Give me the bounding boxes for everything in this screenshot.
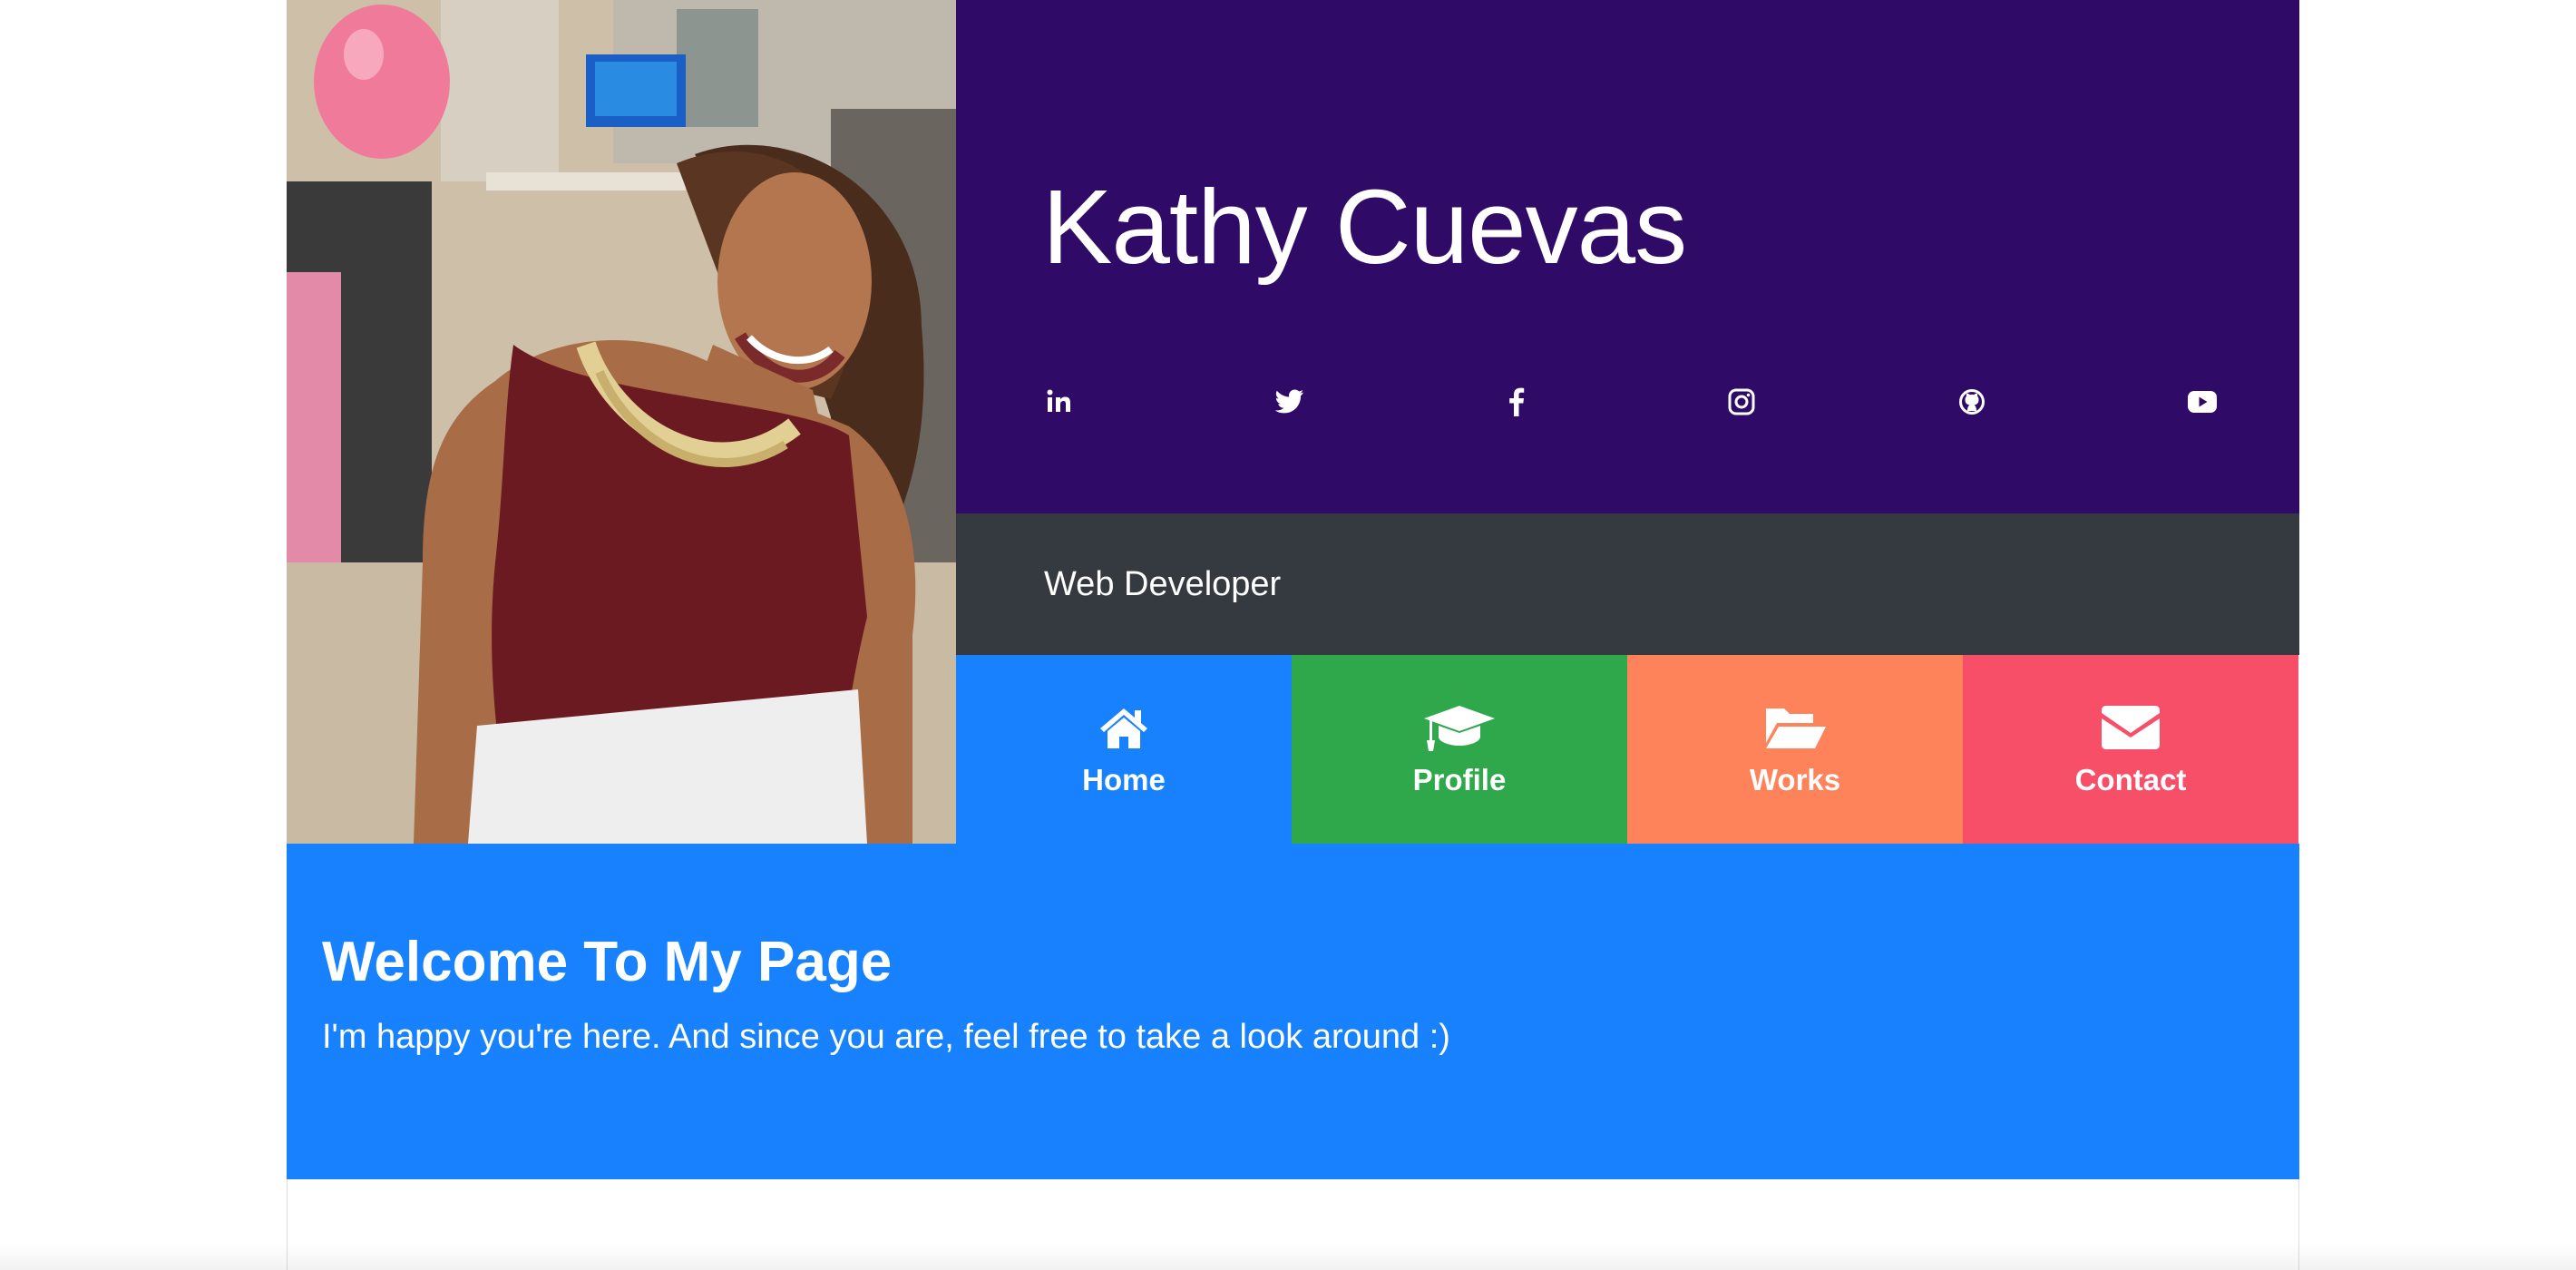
profile-role: Web Developer [1044, 565, 1282, 603]
folder-open-icon-wrap [1627, 700, 1963, 755]
welcome-title: Welcome To My Page [322, 931, 893, 993]
header-banner: Kathy Cuevas [956, 0, 2299, 513]
nav-contact-label: Contact [2074, 763, 2187, 796]
home-icon-wrap [956, 700, 1292, 755]
instagram-link[interactable] [1725, 386, 1758, 418]
home-icon [1100, 708, 1147, 748]
facebook-link[interactable] [1500, 386, 1533, 418]
graduation-cap-icon [1424, 706, 1495, 751]
role-bar: Web Developer [956, 513, 2299, 655]
page-container: Kathy Cuevas Web Developer Home Profile … [287, 0, 2299, 1270]
linkedin-link[interactable] [1043, 386, 1076, 418]
graduation-cap-icon-wrap [1292, 700, 1627, 755]
github-icon [1959, 389, 1985, 415]
nav-contact-button[interactable]: Contact [1963, 655, 2298, 844]
profile-name: Kathy Cuevas [1042, 168, 1687, 286]
nav-profile-label: Profile [1412, 763, 1507, 796]
profile-photo-image [287, 0, 956, 844]
twitter-link[interactable] [1273, 386, 1306, 418]
nav-home-button[interactable]: Home [956, 655, 1292, 844]
youtube-icon [2188, 391, 2217, 413]
nav-works-label: Works [1749, 763, 1841, 796]
twitter-icon [1275, 389, 1303, 414]
welcome-section: Welcome To My Page I'm happy you're here… [287, 844, 2299, 1179]
envelope-icon-wrap [1963, 700, 2298, 755]
facebook-icon [1509, 387, 1525, 416]
page-bottom-shadow [0, 1243, 2576, 1270]
envelope-icon [2102, 706, 2160, 749]
nav-home-label: Home [1082, 763, 1166, 796]
welcome-text: I'm happy you're here. And since you are… [322, 1018, 1450, 1056]
instagram-icon [1728, 388, 1755, 415]
linkedin-icon [1047, 389, 1070, 412]
profile-photo [287, 0, 956, 844]
folder-open-icon [1766, 708, 1826, 748]
github-link[interactable] [1956, 386, 1988, 418]
youtube-link[interactable] [2186, 386, 2219, 418]
nav-works-button[interactable]: Works [1627, 655, 1963, 844]
nav-profile-button[interactable]: Profile [1292, 655, 1627, 844]
